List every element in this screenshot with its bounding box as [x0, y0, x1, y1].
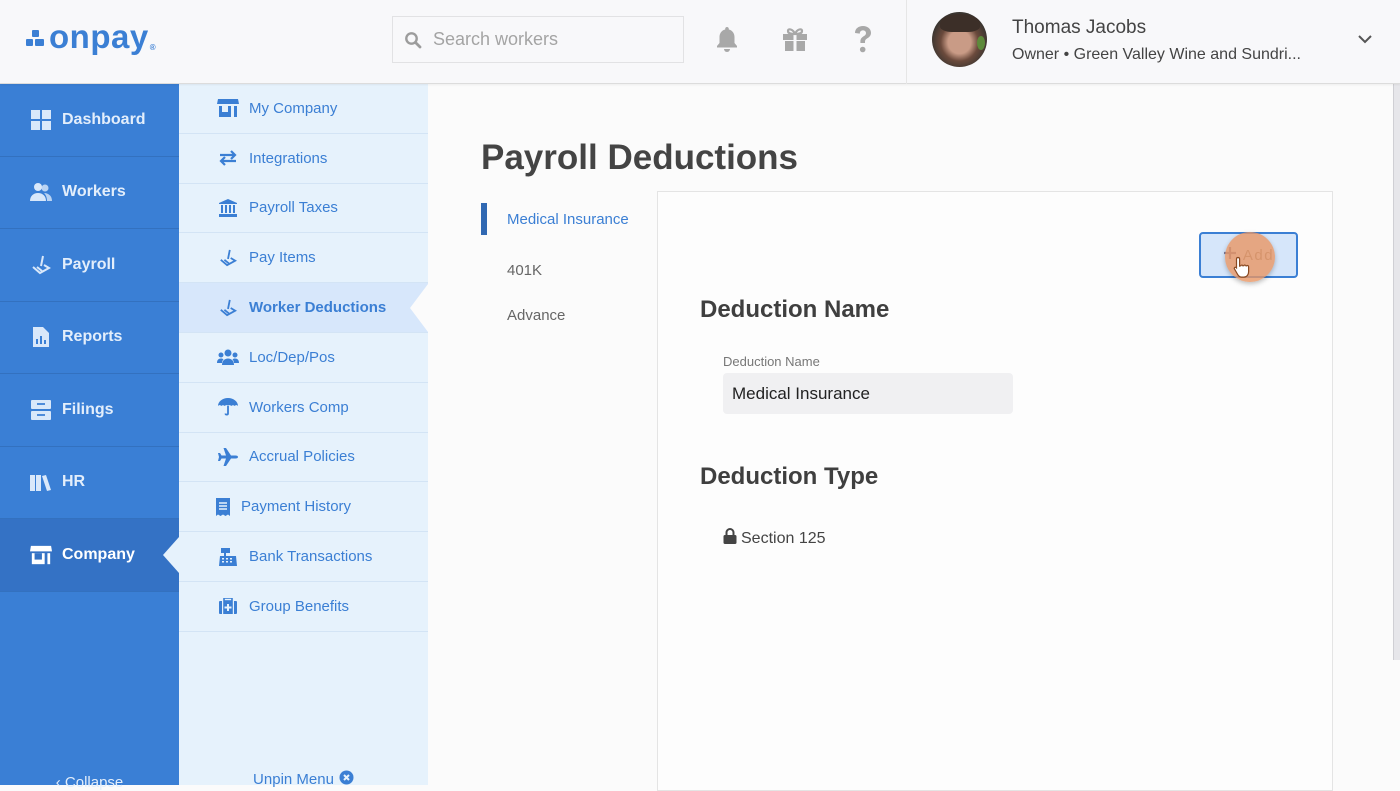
search-box[interactable] [392, 16, 684, 63]
subnav-item-label: Worker Deductions [249, 299, 387, 317]
subnav-item-loc-dep-pos[interactable]: Loc/Dep/Pos [179, 333, 428, 383]
subnav-item-label: Pay Items [249, 249, 316, 267]
exchange-icon [217, 148, 239, 168]
logo-text: onpay [49, 18, 149, 55]
logo-blocks-icon [26, 30, 46, 48]
gift-icon[interactable] [780, 24, 810, 54]
company-icon [30, 544, 52, 566]
subnav-item-workers-comp[interactable]: Workers Comp [179, 383, 428, 433]
deduction-type-text: Section 125 [741, 529, 826, 547]
nav-item-hr[interactable]: HR [0, 447, 179, 519]
nav-item-label: Payroll [62, 255, 116, 273]
registered-mark: ® [149, 43, 157, 52]
pay-items-icon [217, 248, 239, 268]
dashboard-icon [30, 109, 52, 131]
medkit-icon [217, 596, 239, 616]
deduction-name-input[interactable] [723, 373, 1013, 414]
header-divider [906, 0, 907, 84]
subnav-item-label: Payment History [241, 498, 352, 516]
deduction-type-value: Section 125 [723, 528, 826, 549]
page-title: Payroll Deductions [481, 138, 799, 177]
nav-item-label: Dashboard [62, 110, 146, 128]
nav-item-dashboard[interactable]: Dashboard [0, 84, 179, 157]
top-bar: onpay ® Thomas Jacobs Owner • Green Vall… [0, 0, 1400, 84]
subnav-item-pay-items[interactable]: Pay Items [179, 233, 428, 284]
deduction-detail-panel: Add Deduction Name Deduction Name Deduct… [657, 191, 1333, 791]
subnav-item-label: Loc/Dep/Pos [249, 348, 335, 366]
chevron-down-icon[interactable] [1354, 28, 1376, 50]
tab-advance[interactable]: Advance [481, 293, 651, 338]
collapse-button[interactable]: ‹ Collapse [0, 774, 179, 791]
nav-item-label: HR [62, 473, 86, 491]
page-scrollbar[interactable] [1393, 84, 1400, 660]
onpay-logo[interactable]: onpay ® [26, 18, 157, 56]
nav-item-payroll[interactable]: Payroll [0, 229, 179, 302]
nav-item-company[interactable]: Company [0, 519, 179, 592]
subnav-item-payment-history[interactable]: Payment History [179, 482, 428, 533]
nav-item-reports[interactable]: Reports [0, 302, 179, 374]
nav-item-label: Reports [62, 328, 123, 346]
nav-item-label: Company [62, 545, 135, 563]
help-icon[interactable] [848, 24, 878, 54]
subnav-item-accrual-policies[interactable]: Accrual Policies [179, 433, 428, 483]
lock-icon [723, 528, 737, 549]
add-button-label: Add [1242, 246, 1275, 264]
cash-register-icon [217, 547, 239, 567]
bell-icon[interactable] [712, 24, 742, 54]
subnav-item-bank-transactions[interactable]: Bank Transactions [179, 532, 428, 582]
user-avatar[interactable] [932, 12, 987, 67]
subnav-item-label: Payroll Taxes [249, 199, 338, 217]
deductions-icon [217, 298, 239, 318]
plane-icon [217, 447, 239, 467]
bank-icon [217, 198, 239, 218]
unpin-menu-label: Unpin Menu [253, 771, 334, 788]
nav-item-workers[interactable]: Workers [0, 157, 179, 229]
payroll-icon [30, 254, 52, 276]
unpin-menu-button[interactable]: Unpin Menu [179, 770, 428, 789]
add-button[interactable]: Add [1199, 232, 1298, 278]
workers-icon [30, 181, 52, 203]
close-circle-icon [339, 770, 354, 789]
nav-item-filings[interactable]: Filings [0, 374, 179, 447]
subnav-item-group-benefits[interactable]: Group Benefits [179, 582, 428, 632]
subnav-item-integrations[interactable]: Integrations [179, 134, 428, 184]
deduction-tabs: Medical Insurance 401K Advance [481, 203, 651, 350]
search-input[interactable] [433, 29, 663, 50]
umbrella-icon [217, 397, 239, 417]
deduction-name-heading: Deduction Name [700, 296, 890, 323]
deduction-type-heading: Deduction Type [700, 463, 879, 490]
receipt-icon [215, 497, 231, 517]
subnav-item-label: Workers Comp [249, 398, 349, 416]
user-name: Thomas Jacobs [1012, 17, 1147, 38]
subnav-item-label: Group Benefits [249, 597, 350, 615]
hr-icon [30, 471, 52, 493]
user-role-company: Owner • Green Valley Wine and Sundri... [1012, 46, 1301, 63]
deduction-name-label: Deduction Name [723, 354, 820, 369]
users-icon [217, 347, 239, 367]
store-icon [217, 98, 239, 118]
primary-nav: Dashboard Workers Payroll Reports Filing… [0, 84, 179, 791]
subnav-item-label: Integrations [249, 149, 328, 167]
nav-item-label: Filings [62, 400, 114, 418]
subnav-item-label: My Company [249, 99, 338, 117]
subnav-item-label: Bank Transactions [249, 548, 373, 566]
tab-medical-insurance[interactable]: Medical Insurance [481, 203, 651, 235]
reports-icon [30, 326, 52, 348]
company-subnav: My Company Integrations Payroll Taxes Pa… [179, 84, 428, 788]
subnav-item-label: Accrual Policies [249, 448, 355, 466]
subnav-item-my-company[interactable]: My Company [179, 84, 428, 134]
plus-icon [1223, 246, 1237, 264]
subnav-item-worker-deductions[interactable]: Worker Deductions [179, 283, 428, 333]
nav-item-label: Workers [62, 183, 126, 201]
filings-icon [30, 399, 52, 421]
tab-401k[interactable]: 401K [481, 248, 651, 293]
subnav-item-payroll-taxes[interactable]: Payroll Taxes [179, 184, 428, 234]
search-icon [393, 31, 433, 49]
